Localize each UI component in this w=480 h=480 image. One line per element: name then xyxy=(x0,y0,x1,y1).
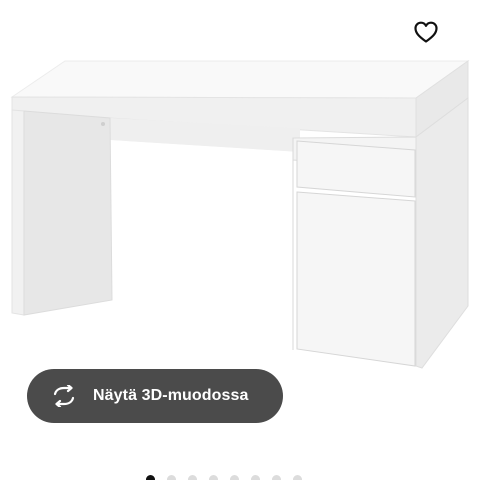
pagination-dot-3[interactable] xyxy=(188,474,197,480)
pagination-dot-4[interactable] xyxy=(209,474,218,480)
pagination-dot-7[interactable] xyxy=(272,474,281,480)
view-3d-button[interactable]: Näytä 3D-muodossa xyxy=(27,369,283,423)
image-pagination xyxy=(146,472,314,480)
pagination-dot-2[interactable] xyxy=(167,474,176,480)
pagination-dot-8[interactable] xyxy=(293,474,302,480)
pagination-dot-5[interactable] xyxy=(230,474,239,480)
favorite-button[interactable] xyxy=(406,12,446,52)
product-gallery: Näytä 3D-muodossa xyxy=(0,0,480,480)
heart-outline-icon xyxy=(414,21,438,43)
view-3d-label: Näytä 3D-muodossa xyxy=(93,387,249,404)
rotate-3d-icon xyxy=(50,384,78,408)
pagination-dot-1[interactable] xyxy=(146,474,155,480)
pagination-dot-6[interactable] xyxy=(251,474,260,480)
